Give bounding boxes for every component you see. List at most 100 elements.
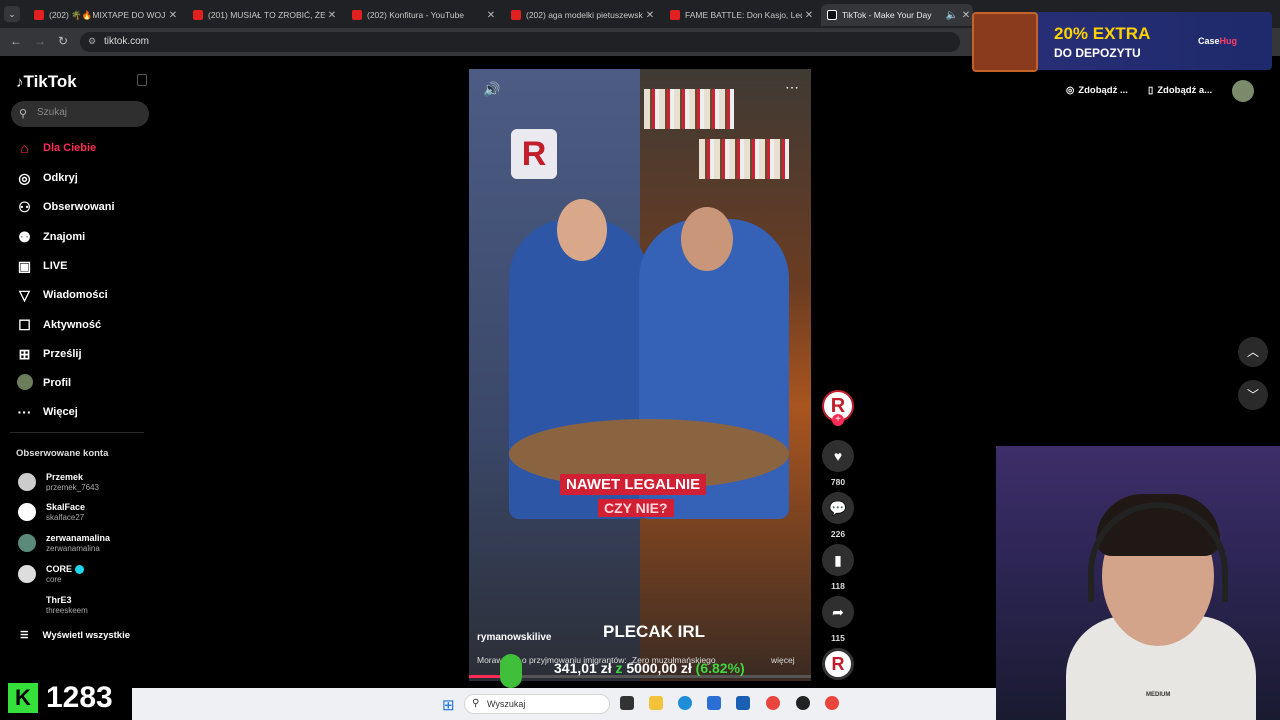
volume-icon[interactable]: 🔊 — [483, 81, 500, 98]
more-options-icon[interactable]: ⋯ — [785, 79, 799, 96]
nav-messages[interactable]: ▽ Wiadomości — [16, 284, 108, 306]
file-explorer-icon[interactable] — [649, 696, 663, 710]
nav-more[interactable]: ··· Więcej — [16, 401, 78, 423]
search-input[interactable]: ⚲ Szukaj — [11, 101, 149, 127]
share-icon[interactable]: ➦ — [822, 596, 854, 628]
browser-tab[interactable]: (202) Konfitura - YouTube ✕ — [346, 4, 498, 26]
get-coins-button[interactable]: ◎ Zdobądź ... — [1066, 80, 1128, 100]
back-icon[interactable]: ← — [10, 34, 22, 48]
nav-profile[interactable]: Profil — [16, 372, 71, 394]
browser-tab[interactable]: FAME BATTLE: Don Kasjo, Lequ ✕ — [664, 4, 816, 26]
close-icon[interactable]: ✕ — [484, 10, 498, 21]
shirt-text: MEDIUM — [1146, 692, 1171, 698]
live-icon: ▣ — [17, 257, 32, 274]
speaker-icon[interactable]: 🔈 — [945, 10, 959, 21]
previous-video-button[interactable]: ︿ — [1238, 337, 1268, 367]
reload-icon[interactable]: ↻ — [58, 34, 68, 48]
kick-logo-icon: K — [8, 683, 38, 713]
nav-live[interactable]: ▣ LIVE — [16, 255, 68, 277]
edge-icon[interactable] — [678, 696, 692, 710]
more-link[interactable]: więcej — [771, 655, 795, 665]
forward-icon[interactable]: → — [34, 34, 46, 48]
store-icon[interactable] — [707, 696, 721, 710]
compass-icon: ◎ — [18, 169, 31, 186]
youtube-icon — [193, 10, 203, 20]
browser-tab-active[interactable]: TikTok - Make Your Day 🔈 ✕ — [821, 4, 973, 26]
youtube-icon — [670, 10, 680, 20]
video-player[interactable]: R 🔊 ⋯ NAWET LEGALNIE CZY NIE? PLECAK IRL… — [469, 69, 811, 681]
viewer-counter: K 1283 — [0, 676, 132, 720]
video-caption-1: NAWET LEGALNIE — [560, 474, 707, 495]
comment-icon[interactable]: 💬 — [822, 492, 854, 524]
nav-explore[interactable]: ◎ Odkryj — [16, 167, 77, 189]
sidebar-divider — [10, 432, 144, 433]
bookmark-icon[interactable]: ▮ — [822, 544, 854, 576]
followed-account[interactable]: CORE core — [18, 560, 84, 588]
user-avatar[interactable] — [1232, 80, 1254, 102]
chrome-icon[interactable] — [766, 696, 780, 710]
collapse-sidebar-icon[interactable] — [137, 74, 147, 86]
avatar — [18, 534, 36, 552]
site-info-icon[interactable]: ⚙ — [88, 36, 96, 47]
obs-icon[interactable] — [796, 696, 810, 710]
ad-brand: CaseHug — [1198, 36, 1238, 46]
nav-activity[interactable]: ☐ Aktywność — [16, 314, 101, 336]
tiktok-logo[interactable]: ♪TikTok — [16, 72, 77, 92]
tab-search-button[interactable]: ⌄ — [4, 6, 20, 22]
browser-tab[interactable]: (202) 🌴🔥MIXTAPE DO WOJ ✕ — [28, 4, 180, 26]
nav-following[interactable]: ⚇ Obserwowani — [16, 196, 114, 218]
save-action[interactable]: ▮ 118 — [822, 544, 854, 591]
url-field[interactable]: ⚙ tiktok.com — [80, 32, 960, 52]
followed-account[interactable]: ThrE3 threeskeem — [18, 591, 88, 619]
close-icon[interactable]: ✕ — [325, 10, 339, 21]
heart-icon[interactable]: ♥ — [822, 440, 854, 472]
search-icon: ⚲ — [472, 698, 480, 709]
nav-for-you[interactable]: ⌂ Dla Ciebie — [16, 137, 96, 159]
video-author[interactable]: rymanowskilive — [477, 632, 551, 643]
avatar — [18, 596, 36, 614]
close-icon[interactable]: ✕ — [643, 10, 657, 21]
taskbar-search[interactable]: ⚲ Wyszukaj — [464, 694, 610, 714]
browser-tab[interactable]: (201) MUSIAŁ TO ZROBIĆ, ŻEBY ✕ — [187, 4, 339, 26]
comment-action[interactable]: 💬 226 — [822, 492, 854, 539]
friends-icon: ⚉ — [18, 228, 31, 245]
search-icon: ⚲ — [19, 108, 28, 120]
nav-friends[interactable]: ⚉ Znajomi — [16, 226, 85, 248]
task-view-icon[interactable] — [620, 696, 634, 710]
outlook-icon[interactable] — [736, 696, 750, 710]
chevron-up-icon: ︿ — [1246, 345, 1259, 359]
nav-upload[interactable]: ⊞ Prześlij — [16, 343, 82, 365]
music-disc[interactable]: R — [822, 648, 854, 680]
follow-plus-icon[interactable]: + — [832, 414, 844, 426]
donation-goal: 341,01 zł z 5000,00 zł (6.82%) — [554, 660, 745, 676]
ad-headline: 20% EXTRA — [1054, 24, 1151, 43]
close-icon[interactable]: ✕ — [802, 10, 816, 21]
send-icon: ▽ — [19, 286, 30, 303]
next-video-button[interactable]: ﹀ — [1238, 380, 1268, 410]
show-all-link[interactable]: ☰ Wyświetl wszystkie — [20, 630, 130, 641]
browser-tab[interactable]: (202) aga modelki pietuszewsk ✕ — [505, 4, 657, 26]
chrome-active-icon[interactable] — [825, 696, 839, 710]
overlay-title: PLECAK IRL — [603, 622, 705, 641]
get-app-button[interactable]: ▯ Zdobądź a... — [1148, 80, 1212, 100]
chevron-down-icon: ﹀ — [1246, 388, 1259, 402]
like-action[interactable]: ♥ 780 — [822, 440, 854, 487]
verified-badge-icon — [74, 564, 84, 574]
upload-icon: ⊞ — [18, 345, 31, 362]
share-action[interactable]: ➦ 115 — [822, 596, 854, 643]
close-icon[interactable]: ✕ — [166, 10, 180, 21]
video-caption-2: CZY NIE? — [598, 499, 674, 517]
activity-icon: ☐ — [18, 316, 31, 333]
followed-account[interactable]: SkalFace skalface27 — [18, 498, 85, 526]
avatar — [18, 503, 36, 521]
windows-start-icon[interactable]: ⊞ — [442, 696, 455, 714]
phone-icon: ▯ — [1148, 84, 1154, 96]
followed-account[interactable]: zerwanamalina zerwanamalina — [18, 529, 110, 557]
ad-banner[interactable]: 20% EXTRA DO DEPOZYTU CaseHug — [972, 12, 1272, 72]
treasure-chest-icon — [972, 12, 1038, 72]
channel-logo: R — [511, 129, 557, 179]
close-icon[interactable]: ✕ — [959, 10, 973, 21]
youtube-icon — [511, 10, 521, 20]
followed-account[interactable]: Przemek przemek_7643 — [18, 468, 99, 496]
profile-avatar — [16, 373, 33, 393]
